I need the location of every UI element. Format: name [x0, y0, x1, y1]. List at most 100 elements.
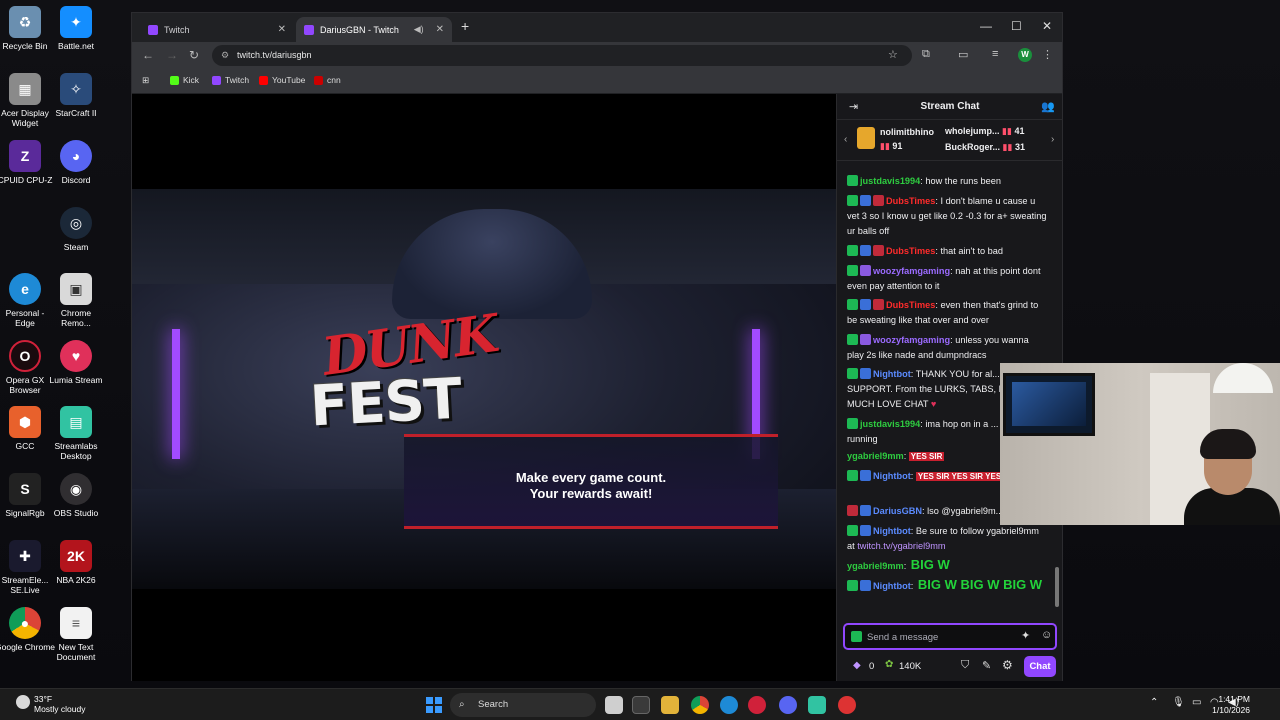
system-clock[interactable]: 1:41 PM 1/10/2026 [1188, 694, 1250, 716]
shield-icon[interactable]: ⛉ [961, 659, 969, 672]
chrome-remote-icon: ▣ [60, 273, 92, 305]
site-info-icon[interactable]: ⚙ [221, 45, 229, 66]
video-player[interactable]: DUNK FEST Make every game count. Your re… [132, 94, 836, 681]
chat-message: woozyfamgaming: nah at this point dont e… [847, 265, 1041, 291]
desktop-icon-obs[interactable]: ◉ OBS Studio [46, 473, 106, 518]
opera-gx-icon: O [9, 340, 41, 372]
verified-badge-icon [847, 195, 858, 206]
speaker-icon[interactable]: ◀) [414, 24, 424, 35]
emote-picker-icon[interactable]: ☺ [1041, 629, 1052, 641]
text-document-icon: ≡ [60, 607, 92, 639]
bits-counter-icon[interactable]: ◆ [853, 660, 861, 671]
pen-icon[interactable]: ✎ [982, 659, 991, 672]
kick-icon [170, 75, 179, 85]
widgets-icon[interactable] [632, 696, 650, 714]
cnn-icon [314, 75, 323, 85]
gift-icon: ▮▮ [1002, 142, 1013, 152]
media-control-icon[interactable]: ≡ [992, 48, 998, 60]
bookmark-youtube[interactable]: YouTube [259, 75, 305, 85]
desktop-icon-nba2k[interactable]: 2K NBA 2K26 [46, 540, 106, 585]
file-explorer-icon[interactable] [661, 696, 679, 714]
prime-badge-icon [873, 195, 884, 206]
twitch-favicon-icon [148, 24, 158, 35]
close-tab-icon[interactable]: ✕ [278, 24, 286, 35]
taskbar-search[interactable]: ⌕ Search [450, 693, 596, 717]
stream-logo-fest: FEST [308, 366, 463, 440]
heart-icon: ♥ [930, 399, 937, 409]
bookmark-cnn[interactable]: cnn [314, 75, 341, 85]
minimize-icon[interactable]: — [980, 19, 992, 33]
browser-window: Twitch ✕ DariusGBN - Twitch ◀) ✕ + — ☐ ✕… [131, 12, 1063, 681]
chat-message: ygabriel9mm: BIG W [847, 557, 950, 572]
edge-icon: e [9, 273, 41, 305]
edge-taskbar-icon[interactable] [720, 696, 738, 714]
desktop-icon-battlenet[interactable]: ✦ Battle.net [46, 6, 106, 51]
bookmark-kick[interactable]: Kick [170, 75, 199, 85]
microphone-icon[interactable]: 🎙 [1172, 697, 1185, 708]
cloud-icon [16, 695, 30, 709]
bits-icon[interactable]: ✦ [1021, 629, 1030, 642]
tab-search-icon[interactable]: ▭ [958, 48, 968, 61]
channel-points-icon[interactable]: ✿ [885, 659, 893, 670]
url-field[interactable]: ⚙ twitch.tv/dariusgbn [212, 45, 912, 66]
streamlabs-taskbar-icon[interactable] [808, 696, 826, 714]
chat-message: Nightbot: BIG W BIG W BIG W [847, 577, 1047, 594]
twitch-icon [212, 75, 221, 85]
bookmark-star-icon[interactable]: ☆ [888, 48, 898, 61]
close-window-icon[interactable]: ✕ [1042, 19, 1052, 33]
opera-taskbar-icon[interactable] [748, 696, 766, 714]
gift-icon: ▮▮ [1002, 126, 1012, 136]
desktop-icon-lumia[interactable]: ♥ Lumia Stream [46, 340, 106, 385]
leader-name[interactable]: nolimitbhino [880, 127, 934, 137]
gift-box-icon [857, 127, 875, 149]
tab-dariusgbn[interactable]: DariusGBN - Twitch ◀) ✕ [296, 17, 452, 42]
desktop-icon-text-document[interactable]: ≡ New Text Document [46, 607, 106, 662]
reload-icon[interactable]: ↻ [189, 48, 199, 62]
chat-message: DubsTimes: even then that's grind to be … [847, 299, 1039, 325]
discord-taskbar-icon[interactable] [779, 696, 797, 714]
maximize-icon[interactable]: ☐ [1011, 19, 1022, 33]
twitch-favicon-icon [304, 24, 314, 35]
start-button[interactable] [426, 697, 442, 713]
app-taskbar-icon[interactable] [838, 696, 856, 714]
forward-icon[interactable]: → [166, 48, 178, 62]
lumia-icon: ♥ [60, 340, 92, 372]
chat-header: ⇥ Stream Chat 👥 [837, 94, 1063, 120]
chrome-taskbar-icon[interactable] [691, 696, 709, 714]
big-w-emote: BIG W BIG W BIG W [917, 577, 1043, 592]
starcraft-icon: ✧ [60, 73, 92, 105]
task-view-icon[interactable] [605, 696, 623, 714]
more-menu-icon[interactable]: ⋮ [1042, 48, 1053, 61]
profile-avatar[interactable]: W [1018, 48, 1032, 62]
bookmarks-bar: ⊞ Kick Twitch YouTube cnn [132, 69, 1062, 93]
community-icon[interactable]: 👥 [1041, 100, 1055, 113]
youtube-icon [259, 75, 268, 85]
settings-gear-icon[interactable]: ⚙ [1002, 658, 1013, 672]
gift-leaderboard: ‹ nolimitbhino ▮▮ 91 wholejump... ▮▮ 41 … [837, 121, 1063, 161]
chat-message-input[interactable] [867, 629, 1007, 645]
back-icon[interactable]: ← [142, 48, 154, 62]
chat-send-button[interactable]: Chat [1024, 656, 1056, 677]
desktop-icon-discord[interactable]: ◕ Discord [46, 140, 106, 185]
chrome-icon: ● [9, 607, 41, 639]
desktop-icon-streamlabs[interactable]: ▤ Streamlabs Desktop [46, 406, 106, 461]
tray-chevron-icon[interactable]: ⌃ [1150, 697, 1158, 708]
chat-link[interactable]: twitch.tv/ygabriel9mm [857, 541, 945, 551]
chat-message: DubsTimes: that ain't to bad [847, 244, 1047, 259]
apps-grid-icon[interactable]: ⊞ [142, 75, 149, 86]
acer-display-icon: ▦ [9, 73, 41, 105]
new-tab-icon[interactable]: + [461, 18, 469, 34]
desktop-icon-chrome-remote[interactable]: ▣ Chrome Remo... [46, 273, 106, 328]
discord-icon: ◕ [60, 140, 92, 172]
chevron-right-icon[interactable]: › [1051, 134, 1054, 145]
chevron-left-icon[interactable]: ‹ [844, 134, 847, 145]
bookmark-twitch[interactable]: Twitch [212, 75, 249, 85]
big-w-emote: BIG W [910, 557, 950, 572]
streamelements-icon: ✚ [9, 540, 41, 572]
desktop-icon-steam[interactable]: ◎ Steam [46, 207, 106, 252]
close-tab-icon[interactable]: ✕ [436, 24, 444, 35]
extensions-icon[interactable]: ⧉ [922, 48, 930, 61]
desktop-icon-starcraft[interactable]: ✧ StarCraft II [46, 73, 106, 118]
desktop-icons: ♻ Recycle Bin ✦ Battle.net ▦ Acer Display W… [0, 0, 130, 680]
tab-twitch[interactable]: Twitch ✕ [140, 17, 294, 42]
